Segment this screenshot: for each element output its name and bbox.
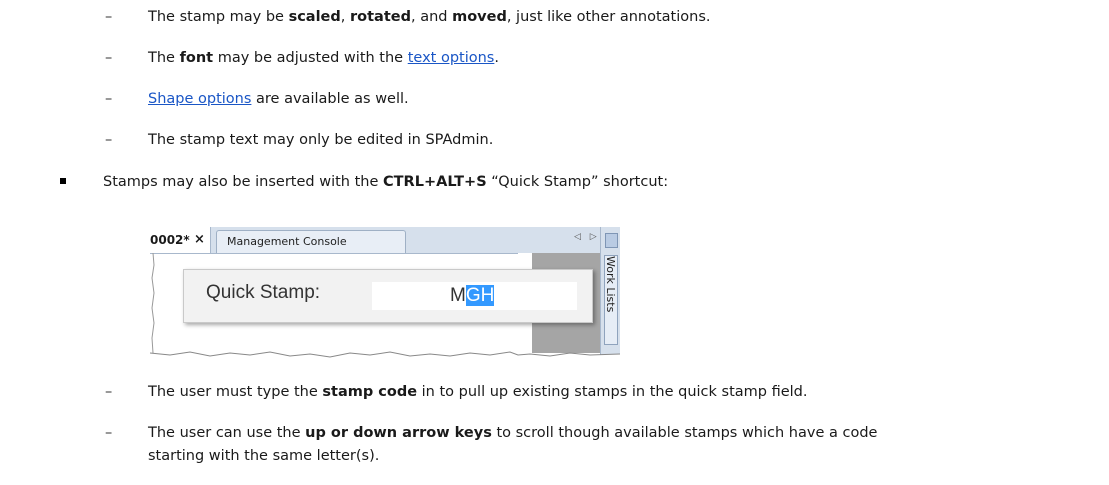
- list-item: The user must type the stamp code in to …: [148, 384, 808, 400]
- shape-options-link[interactable]: Shape options: [148, 91, 251, 107]
- list-item: The stamp may be scaled, rotated, and mo…: [148, 9, 711, 25]
- tab-bar: 0002* × Management Console ◁ ▷: [150, 227, 620, 254]
- dash-marker: –: [105, 384, 113, 400]
- quick-stamp-screenshot: 0002* × Management Console ◁ ▷ Work List…: [150, 227, 620, 360]
- selected-autocomplete-text: GH: [465, 285, 495, 306]
- square-bullet-icon: [60, 178, 66, 184]
- list-item: The font may be adjusted with the text o…: [148, 50, 499, 66]
- work-lists-tab[interactable]: Work Lists: [604, 255, 618, 345]
- dash-marker: –: [105, 425, 113, 441]
- list-item: The stamp text may only be edited in SPA…: [148, 132, 494, 148]
- main-bullet-text: Stamps may also be inserted with the CTR…: [103, 174, 669, 190]
- dash-marker: –: [105, 9, 113, 25]
- text-options-link[interactable]: text options: [408, 50, 495, 66]
- dash-marker: –: [105, 132, 113, 148]
- quick-stamp-popup: Quick Stamp: MGH: [183, 269, 593, 323]
- quick-stamp-label: Quick Stamp:: [206, 282, 321, 303]
- torn-left-edge: [151, 253, 155, 353]
- list-item: Shape options are available as well.: [148, 91, 409, 107]
- torn-bottom-edge: [150, 351, 620, 360]
- dash-marker: –: [105, 50, 113, 66]
- list-item-continuation: starting with the same letter(s).: [148, 448, 380, 464]
- document-stack-icon[interactable]: [605, 233, 618, 248]
- work-lists-panel: Work Lists: [600, 227, 620, 360]
- dash-marker: –: [105, 91, 113, 107]
- tab-document[interactable]: 0002* ×: [150, 227, 211, 253]
- close-icon[interactable]: ×: [194, 227, 205, 253]
- tab-scroll-arrows-icon[interactable]: ◁ ▷: [574, 232, 600, 242]
- quick-stamp-input[interactable]: MGH: [372, 282, 577, 310]
- list-item: The user can use the up or down arrow ke…: [148, 425, 878, 441]
- tab-management-console[interactable]: Management Console: [216, 230, 406, 253]
